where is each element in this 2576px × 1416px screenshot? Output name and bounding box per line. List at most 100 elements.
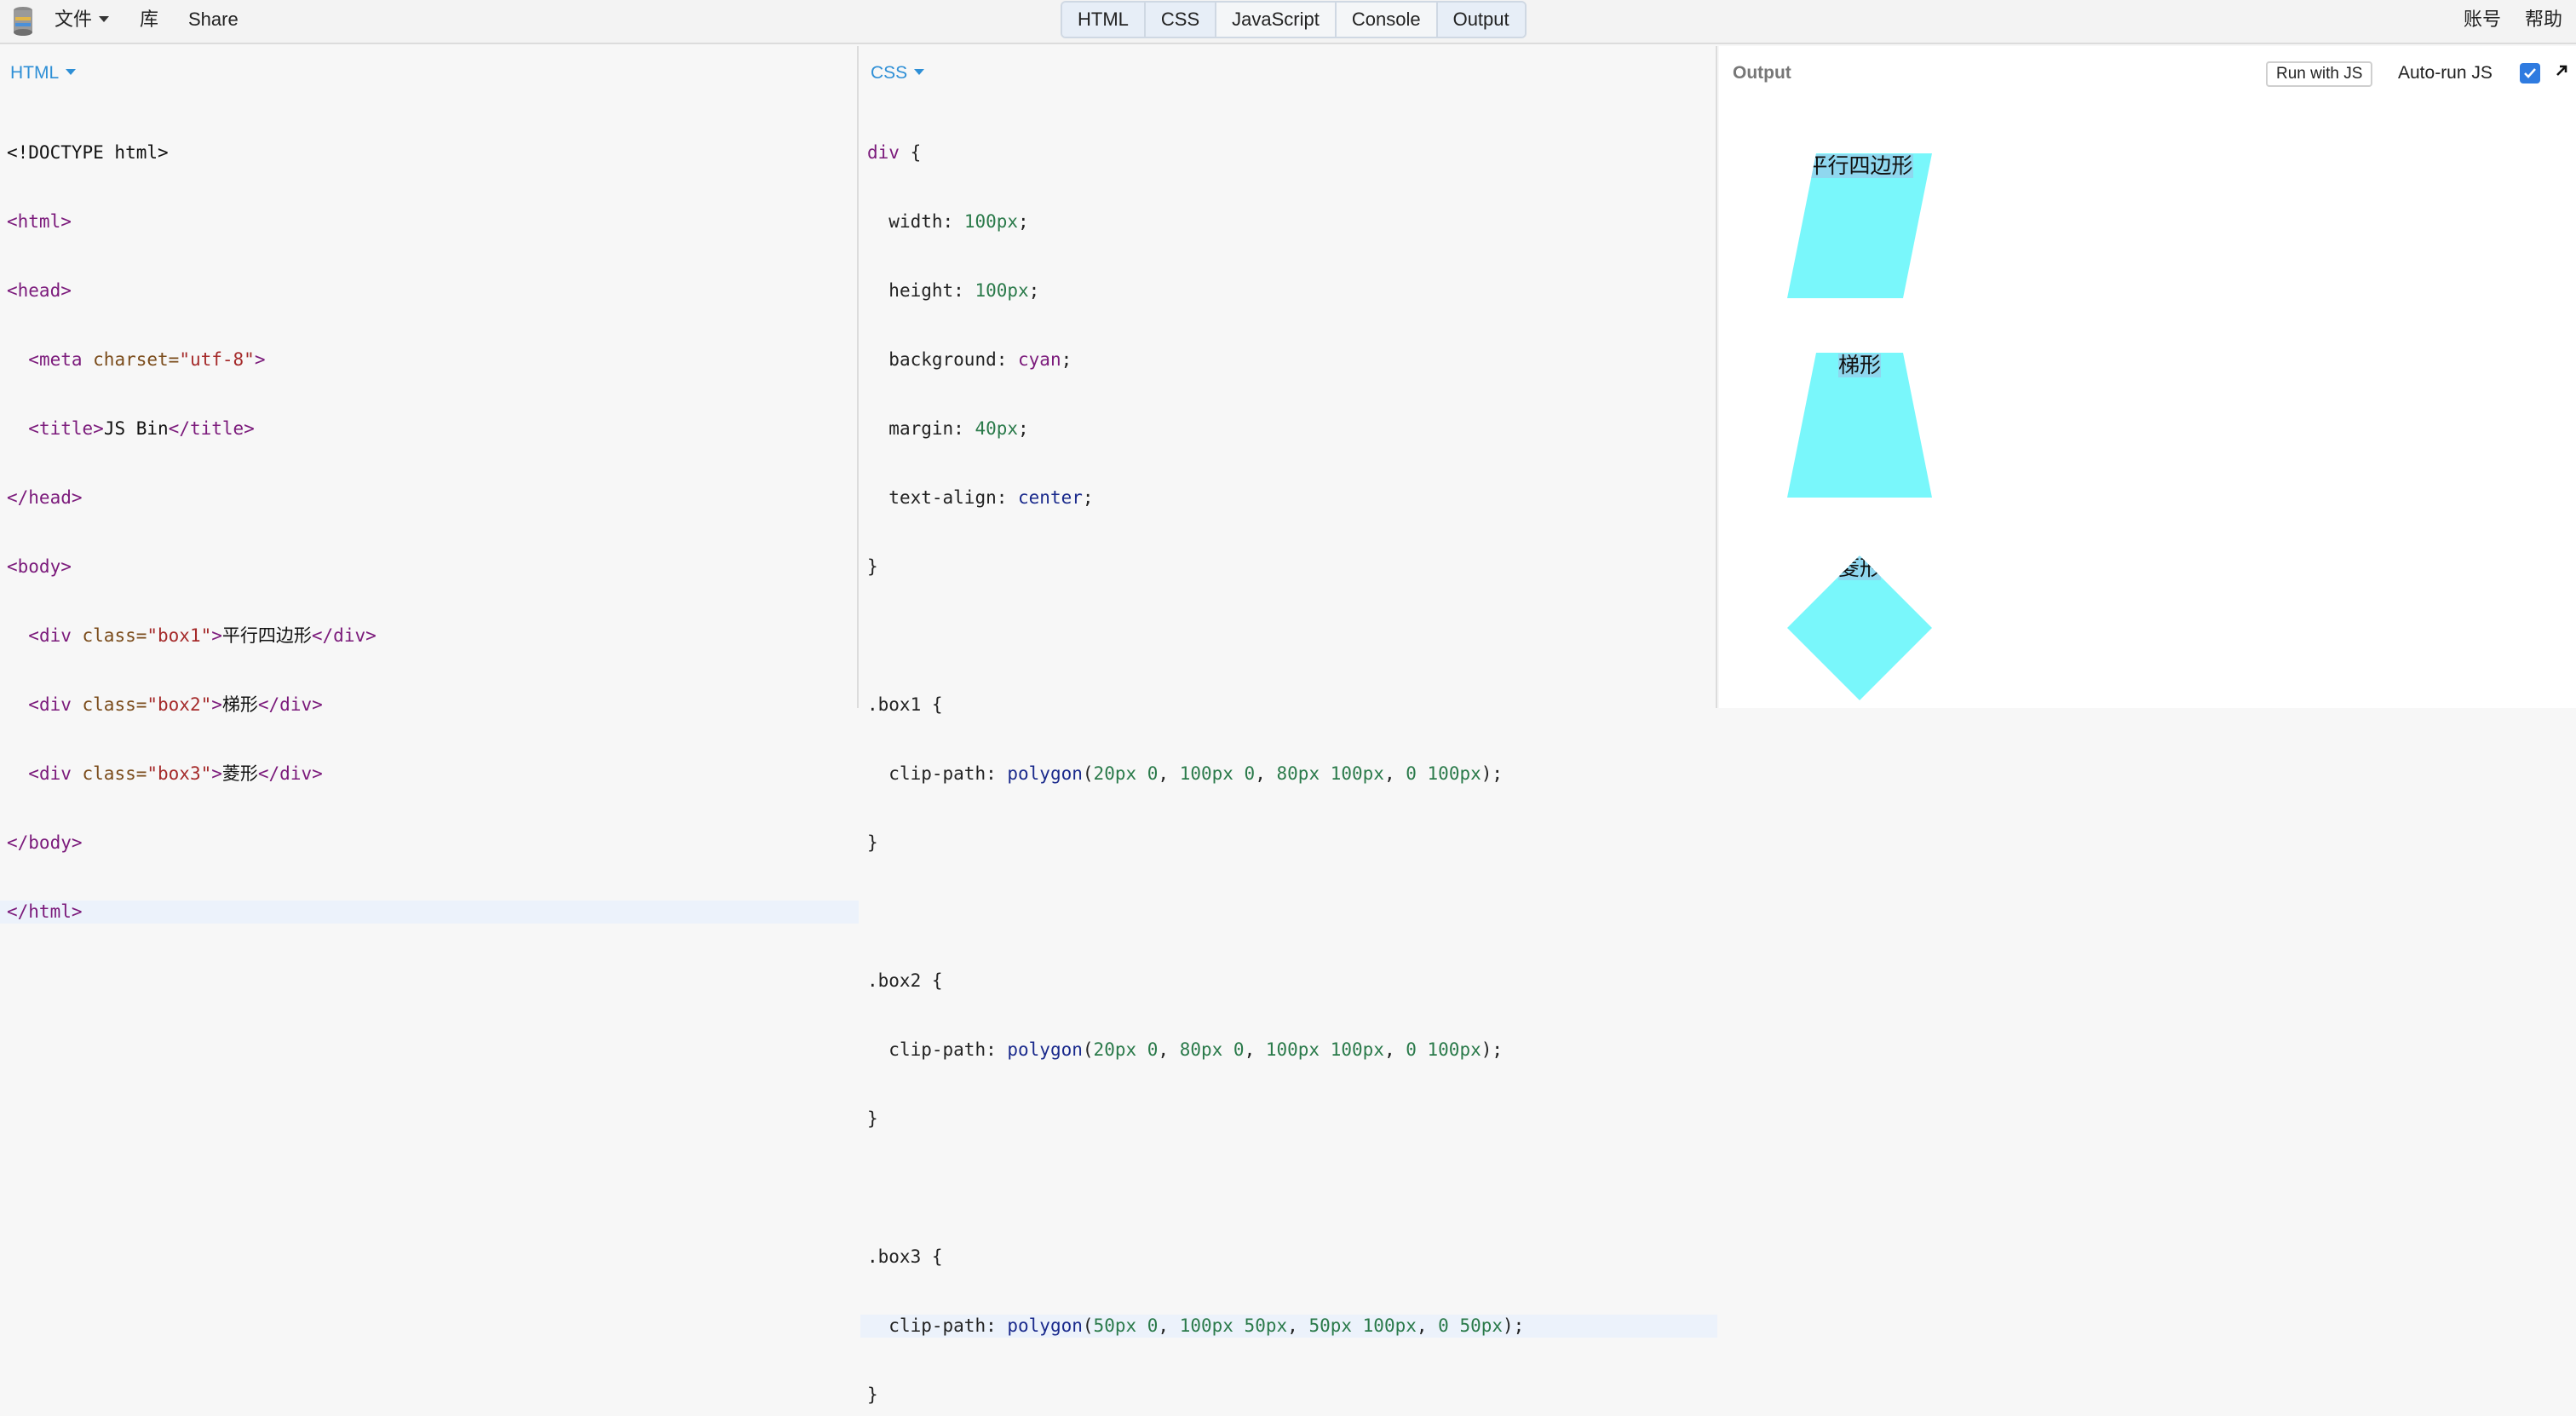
code-token: <div bbox=[28, 625, 83, 646]
code-line: <div class="box3">菱形</div> bbox=[7, 763, 859, 786]
code-token: ( bbox=[1082, 1039, 1094, 1060]
file-menu[interactable]: 文件 bbox=[55, 0, 110, 39]
code-token: width: bbox=[888, 211, 964, 232]
code-token: 100px bbox=[975, 280, 1029, 301]
code-token: 50px 0 bbox=[1093, 1315, 1159, 1336]
help-menu[interactable]: 帮助 bbox=[2525, 0, 2562, 39]
code-line: <div class="box1">平行四边形</div> bbox=[7, 625, 859, 648]
code-token: margin: bbox=[888, 418, 975, 439]
code-token: <body> bbox=[7, 556, 72, 577]
code-line: } bbox=[867, 1384, 1717, 1407]
code-line: </head> bbox=[7, 486, 859, 509]
code-token: 80px 0 bbox=[1179, 1039, 1245, 1060]
html-panel-selector[interactable]: HTML bbox=[10, 63, 77, 83]
code-token: ; bbox=[1082, 487, 1094, 508]
code-line: clip-path: polygon(20px 0, 80px 0, 100px… bbox=[867, 1039, 1717, 1062]
code-token: class= bbox=[82, 694, 147, 715]
code-token: </body> bbox=[7, 832, 83, 853]
code-token: class= bbox=[82, 625, 147, 646]
run-with-js-button[interactable]: Run with JS bbox=[2266, 61, 2373, 87]
code-token: 100px 0 bbox=[1179, 763, 1256, 784]
code-token: ); bbox=[1503, 1315, 1525, 1336]
code-token: , bbox=[1416, 1315, 1439, 1336]
html-editor[interactable]: <!DOCTYPE html> <html> <head> <meta char… bbox=[0, 95, 859, 970]
autorun-label: Auto-run JS bbox=[2398, 63, 2493, 83]
code-line: <head> bbox=[7, 279, 859, 302]
code-token: > bbox=[211, 694, 222, 715]
code-token: 100px 100px bbox=[1265, 1039, 1384, 1060]
code-token: charset= bbox=[93, 349, 180, 370]
top-toolbar: 文件 库 Share HTML CSS JavaScript Console O… bbox=[0, 0, 2576, 44]
account-menu[interactable]: 账号 bbox=[2464, 0, 2501, 39]
library-menu[interactable]: 库 bbox=[140, 0, 158, 39]
html-panel-label: HTML bbox=[10, 63, 60, 83]
code-token: clip-path: bbox=[888, 1315, 1008, 1336]
code-line: <html> bbox=[7, 210, 859, 233]
code-token: </html> bbox=[7, 901, 83, 922]
parallelogram-shape: 平行四边形 bbox=[1787, 153, 1932, 298]
code-line: div { bbox=[867, 141, 1717, 164]
rhombus-shape: 菱形 bbox=[1787, 555, 1932, 700]
code-token: , bbox=[1383, 763, 1406, 784]
code-token: } bbox=[867, 832, 878, 853]
code-line: height: 100px; bbox=[867, 279, 1717, 302]
tab-output[interactable]: Output bbox=[1437, 3, 1525, 37]
code-line: background: cyan; bbox=[867, 348, 1717, 371]
code-token: ; bbox=[1018, 418, 1029, 439]
code-token: <head> bbox=[7, 280, 72, 301]
chevron-down-icon bbox=[66, 68, 77, 75]
code-token: text-align: bbox=[888, 487, 1019, 508]
code-token: clip-path: bbox=[888, 1039, 1008, 1060]
code-line: .box2 { bbox=[867, 970, 1717, 993]
code-token: background: bbox=[888, 349, 1019, 370]
jsbin-logo-icon[interactable] bbox=[10, 5, 36, 37]
shape-label: 菱形 bbox=[1837, 556, 1881, 580]
share-menu[interactable]: Share bbox=[188, 0, 239, 39]
code-token: 梯形 bbox=[221, 694, 258, 715]
code-token: , bbox=[1158, 1315, 1180, 1336]
code-token: cyan bbox=[1018, 349, 1061, 370]
code-token: "box3" bbox=[147, 763, 212, 784]
code-token: ; bbox=[1028, 280, 1040, 301]
code-token: 菱形 bbox=[221, 763, 258, 784]
css-panel-selector[interactable]: CSS bbox=[871, 63, 925, 83]
code-token: , bbox=[1158, 763, 1180, 784]
tab-console[interactable]: Console bbox=[1336, 3, 1438, 37]
code-token: <div bbox=[28, 763, 83, 784]
code-token: ; bbox=[1061, 349, 1072, 370]
code-token: > bbox=[211, 625, 222, 646]
code-line: <div class="box2">梯形</div> bbox=[7, 694, 859, 717]
css-editor[interactable]: div { width: 100px; height: 100px; backg… bbox=[860, 95, 1717, 1416]
code-token: 40px bbox=[975, 418, 1019, 439]
shape-label: 梯形 bbox=[1837, 354, 1881, 377]
css-panel-label: CSS bbox=[871, 63, 908, 83]
code-token: ( bbox=[1082, 763, 1094, 784]
code-token: ); bbox=[1481, 763, 1504, 784]
css-panel: CSS div { width: 100px; height: 100px; b… bbox=[860, 46, 1717, 1405]
code-line: <meta charset="utf-8"> bbox=[7, 348, 859, 371]
output-panel-label: Output bbox=[1733, 63, 1791, 83]
code-token: </div> bbox=[311, 625, 377, 646]
code-line: } bbox=[867, 555, 1717, 578]
code-token: class= bbox=[82, 763, 147, 784]
code-token: </div> bbox=[257, 763, 323, 784]
code-token: 0 100px bbox=[1406, 763, 1481, 784]
code-token: > bbox=[211, 763, 222, 784]
code-token: 平行四边形 bbox=[221, 625, 312, 646]
tab-javascript[interactable]: JavaScript bbox=[1216, 3, 1337, 37]
tab-css[interactable]: CSS bbox=[1145, 3, 1217, 37]
code-token: 0 100px bbox=[1406, 1039, 1481, 1060]
chevron-down-icon bbox=[99, 15, 110, 22]
chevron-down-icon bbox=[914, 68, 925, 75]
code-line: <title>JS Bin</title> bbox=[7, 417, 859, 440]
tab-html[interactable]: HTML bbox=[1062, 3, 1146, 37]
code-token: </head> bbox=[7, 487, 83, 508]
code-line: } bbox=[867, 1108, 1717, 1131]
code-token: <div bbox=[28, 694, 83, 715]
code-token: , bbox=[1287, 1315, 1309, 1336]
code-line: <body> bbox=[7, 555, 859, 578]
code-token: "box2" bbox=[147, 694, 212, 715]
expand-arrow-icon[interactable] bbox=[2552, 61, 2571, 80]
autorun-checkbox[interactable] bbox=[2520, 63, 2540, 83]
